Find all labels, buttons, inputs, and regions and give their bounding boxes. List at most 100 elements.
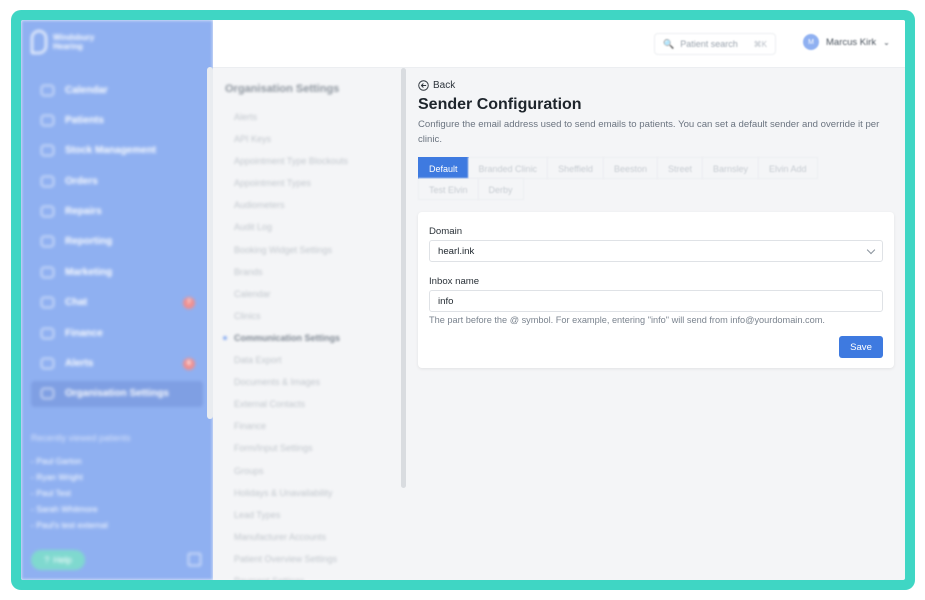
sidebar-item-calendar[interactable]: Calendar	[31, 77, 203, 103]
sidebar-item-label: Patients	[65, 114, 104, 126]
sidebar-item-organisation-settings[interactable]: Organisation Settings	[31, 380, 203, 407]
sidebar-item-repairs[interactable]: Repairs	[31, 199, 203, 225]
sidebar-item-label: Reporting	[65, 236, 113, 248]
settings-nav-item-audit-log[interactable]: Audit Log	[234, 216, 348, 238]
user-name: Marcus Kirk	[826, 36, 877, 48]
card-icon	[41, 327, 54, 339]
settings-nav-item-alerts[interactable]: Alerts	[234, 106, 348, 128]
settings-nav-title: Organisation Settings	[225, 83, 340, 95]
sidebar: Windsbury Hearing Calendar Patients Stock …	[21, 20, 213, 580]
help-label: Help	[53, 555, 72, 565]
page-title: Sender Configuration	[418, 96, 582, 113]
settings-nav-item-groups[interactable]: Groups	[234, 460, 348, 482]
patient-search[interactable]: 🔍 Patient search ⌘K	[654, 33, 776, 55]
sidebar-item-orders[interactable]: Orders	[31, 168, 203, 194]
sidebar-nav: Calendar Patients Stock Management Orders Re…	[31, 77, 203, 411]
count-badge: 6	[183, 357, 195, 370]
settings-nav-item-appointment-types[interactable]: Appointment Types	[234, 172, 348, 194]
save-button[interactable]: Save	[839, 336, 883, 358]
sidebar-item-label: Repairs	[65, 206, 102, 218]
tab-default[interactable]: Default	[418, 157, 469, 179]
settings-nav-item-clinics[interactable]: Clinics	[234, 305, 348, 327]
chart-icon	[41, 236, 54, 248]
settings-nav-list: Alerts API Keys Appointment Type Blockouts…	[223, 106, 348, 580]
page-description: Configure the email address used to send…	[418, 119, 880, 145]
app-window: Windsbury Hearing Calendar Patients Stock …	[21, 20, 905, 580]
tab-branded-clinic[interactable]: Branded Clinic	[467, 157, 549, 179]
tab-elvin-add[interactable]: Elvin Add	[758, 157, 818, 179]
sidebar-item-stock-management[interactable]: Stock Management	[31, 138, 203, 164]
sidebar-item-label: Marketing	[65, 266, 113, 278]
settings-nav-item-form-input-settings[interactable]: Form/Input Settings	[234, 437, 348, 459]
user-menu[interactable]: M Marcus Kirk ⌄	[803, 34, 890, 50]
help-button[interactable]: ? Help	[31, 550, 85, 570]
ear-logo-icon	[31, 30, 47, 54]
collapse-sidebar-icon[interactable]	[188, 553, 201, 566]
sidebar-item-reporting[interactable]: Reporting	[31, 229, 203, 255]
tab-sheffield[interactable]: Sheffield	[547, 157, 604, 179]
settings-nav-item-appointment-type-blockouts[interactable]: Appointment Type Blockouts	[234, 150, 348, 172]
sidebar-item-label: Calendar	[65, 84, 108, 96]
settings-nav-item-lead-types[interactable]: Lead Types	[234, 504, 348, 526]
settings-nav-item-manufacturer-accounts[interactable]: Manufacturer Accounts	[234, 526, 348, 548]
count-badge: 7	[183, 296, 195, 309]
logo-text: Windsbury Hearing	[53, 33, 95, 51]
arrow-left-circle-icon	[418, 80, 429, 91]
orders-icon	[41, 175, 54, 187]
search-icon: 🔍	[663, 38, 675, 49]
settings-nav-item-patient-overview-settings[interactable]: Patient Overview Settings	[234, 548, 348, 570]
settings-nav: Organisation Settings Alerts API Keys Appo…	[213, 68, 411, 580]
recent-patient-link[interactable]: - Paul Test	[31, 485, 108, 501]
settings-nav-item-finance[interactable]: Finance	[234, 415, 348, 437]
bell-icon	[41, 358, 54, 370]
back-link[interactable]: Back	[418, 80, 455, 91]
settings-nav-item-calendar[interactable]: Calendar	[234, 283, 348, 305]
sidebar-item-chat[interactable]: Chat 7	[31, 290, 203, 316]
chevron-down-icon: ⌄	[883, 37, 890, 47]
tab-derby[interactable]: Derby	[477, 178, 524, 200]
tab-barnsley[interactable]: Barnsley	[701, 157, 759, 179]
avatar: M	[803, 34, 819, 50]
domain-select[interactable]: hearl.ink	[429, 240, 883, 262]
gear-icon	[41, 388, 54, 400]
inbox-name-label: Inbox name	[429, 276, 480, 287]
stock-icon	[41, 145, 54, 157]
sidebar-item-label: Chat	[65, 297, 88, 309]
chevron-down-icon	[866, 245, 876, 254]
sidebar-item-alerts[interactable]: Alerts 6	[31, 351, 203, 377]
settings-nav-item-brands[interactable]: Brands	[234, 261, 348, 283]
recent-patient-link[interactable]: - Paul Garton	[31, 453, 108, 469]
sidebar-item-marketing[interactable]: Marketing	[31, 259, 203, 285]
tab-street[interactable]: Street	[656, 157, 703, 179]
tab-beeston[interactable]: Beeston	[602, 157, 658, 179]
sidebar-item-label: Alerts	[65, 358, 94, 370]
tab-test-elvin[interactable]: Test Elvin	[418, 178, 479, 200]
help-icon: ?	[44, 555, 50, 565]
settings-nav-item-holidays-unavailability[interactable]: Holidays & Unavailability	[234, 482, 348, 504]
recent-patient-link[interactable]: - Paul's test external	[31, 517, 108, 533]
settings-nav-item-external-contacts[interactable]: External Contacts	[234, 393, 348, 415]
recent-patient-link[interactable]: - Sarah Whitmore	[31, 501, 108, 517]
settings-nav-item-documents-images[interactable]: Documents & Images	[234, 371, 348, 393]
settings-nav-item-audiometers[interactable]: Audiometers	[234, 194, 348, 216]
sidebar-item-label: Organisation Settings	[65, 388, 169, 400]
sidebar-item-finance[interactable]: Finance	[31, 320, 203, 346]
inbox-name-hint: The part before the @ symbol. For exampl…	[429, 315, 825, 325]
settings-nav-item-communication-settings[interactable]: Communication Settings	[223, 327, 348, 349]
inbox-name-input[interactable]	[429, 290, 883, 312]
recent-patients-title: Recently viewed patients	[31, 433, 131, 443]
search-shortcut: ⌘K	[753, 39, 767, 49]
settings-nav-item-payment-settings[interactable]: Payment Settings	[234, 570, 348, 580]
logo[interactable]: Windsbury Hearing	[31, 30, 113, 54]
mail-icon	[41, 266, 54, 278]
settings-nav-item-data-export[interactable]: Data Export	[234, 349, 348, 371]
settings-nav-item-api-keys[interactable]: API Keys	[234, 128, 348, 150]
settings-nav-scrollbar[interactable]	[401, 68, 406, 488]
search-label: Patient search	[680, 39, 738, 49]
domain-value: hearl.ink	[438, 245, 475, 257]
main-content: Back Sender Configuration Configure the …	[418, 68, 905, 580]
top-bar: 🔍 Patient search ⌘K M Marcus Kirk ⌄	[213, 20, 905, 68]
sidebar-item-patients[interactable]: Patients	[31, 107, 203, 133]
recent-patient-link[interactable]: - Ryan Wright	[31, 469, 108, 485]
settings-nav-item-booking-widget-settings[interactable]: Booking Widget Settings	[234, 239, 348, 261]
